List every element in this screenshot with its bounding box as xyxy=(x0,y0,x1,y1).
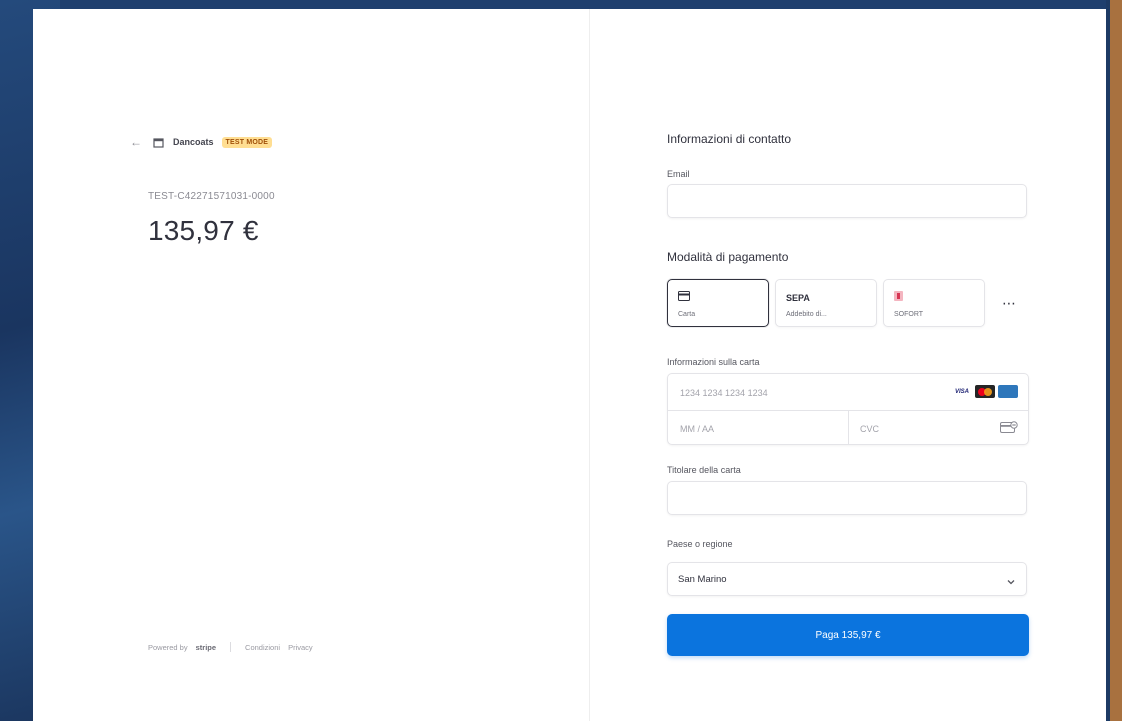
country-label: Paese o regione xyxy=(667,539,733,549)
store-icon xyxy=(151,135,165,149)
payment-tab-sofort[interactable]: SOFORT xyxy=(883,279,985,327)
card-expiry-cvc-row xyxy=(668,410,1028,445)
cardholder-input[interactable] xyxy=(667,481,1027,515)
mastercard-icon xyxy=(975,385,995,398)
payment-tab-label: SOFORT xyxy=(894,311,924,318)
email-label: Email xyxy=(667,169,690,179)
stripe-logo[interactable]: stripe xyxy=(196,643,216,652)
cvc-input[interactable] xyxy=(858,418,992,440)
email-input[interactable] xyxy=(667,184,1027,218)
payment-form-pane: Informazioni di contatto Email Modalità … xyxy=(590,9,1106,721)
cardholder-label: Titolare della carta xyxy=(667,465,741,475)
credit-card-icon xyxy=(678,288,690,305)
expiry-cvc-divider xyxy=(848,410,849,445)
order-summary-pane: ← Dancoats TEST MODE TEST-C42271571031-0… xyxy=(33,9,589,721)
back-arrow-icon[interactable]: ← xyxy=(129,135,143,149)
checkout-page: ← Dancoats TEST MODE TEST-C42271571031-0… xyxy=(33,9,1106,721)
expiry-input[interactable] xyxy=(678,418,842,440)
payment-tab-card[interactable]: Carta xyxy=(667,279,769,327)
visa-icon: VISA xyxy=(954,388,969,395)
merchant-header: ← Dancoats TEST MODE xyxy=(129,133,273,151)
chevron-down-icon xyxy=(1006,574,1016,585)
powered-by-label: Powered by xyxy=(148,642,188,652)
payment-method-tabs: Carta SEPA Addebito di... SOFORT ⋯ xyxy=(667,279,1029,327)
sepa-icon: SEPA xyxy=(786,293,810,303)
invoice-id: TEST-C42271571031-0000 xyxy=(148,191,275,202)
card-number-input[interactable] xyxy=(678,382,922,404)
country-select-value: San Marino xyxy=(678,573,727,585)
merchant-name: Dancoats xyxy=(173,137,214,147)
cvc-card-icon xyxy=(1000,421,1018,434)
test-mode-badge: TEST MODE xyxy=(221,136,273,148)
card-brands: VISA xyxy=(952,385,1018,398)
privacy-link[interactable]: Privacy xyxy=(288,643,313,652)
payment-tab-sepa[interactable]: SEPA Addebito di... xyxy=(775,279,877,327)
amex-icon xyxy=(998,385,1018,398)
more-payment-methods-icon[interactable]: ⋯ xyxy=(991,279,1027,327)
sofort-icon xyxy=(894,288,903,305)
card-number-row: VISA xyxy=(668,374,1028,411)
payment-method-title: Modalità di pagamento xyxy=(667,250,789,264)
footer: Powered by stripe Condizioni Privacy xyxy=(148,642,313,652)
payment-tab-label: Carta xyxy=(678,311,696,318)
footer-divider xyxy=(230,642,232,652)
card-details-group: VISA xyxy=(667,373,1029,445)
payment-tab-label: Addebito di... xyxy=(786,311,827,318)
pay-button[interactable]: Paga 135,97 € xyxy=(667,614,1029,656)
background-edge-accent xyxy=(1110,0,1122,721)
total-amount: 135,97 € xyxy=(148,215,259,246)
card-info-label: Informazioni sulla carta xyxy=(667,357,760,367)
country-select[interactable]: San Marino xyxy=(667,562,1027,596)
contact-section-title: Informazioni di contatto xyxy=(667,132,792,146)
terms-link[interactable]: Condizioni xyxy=(245,643,280,652)
